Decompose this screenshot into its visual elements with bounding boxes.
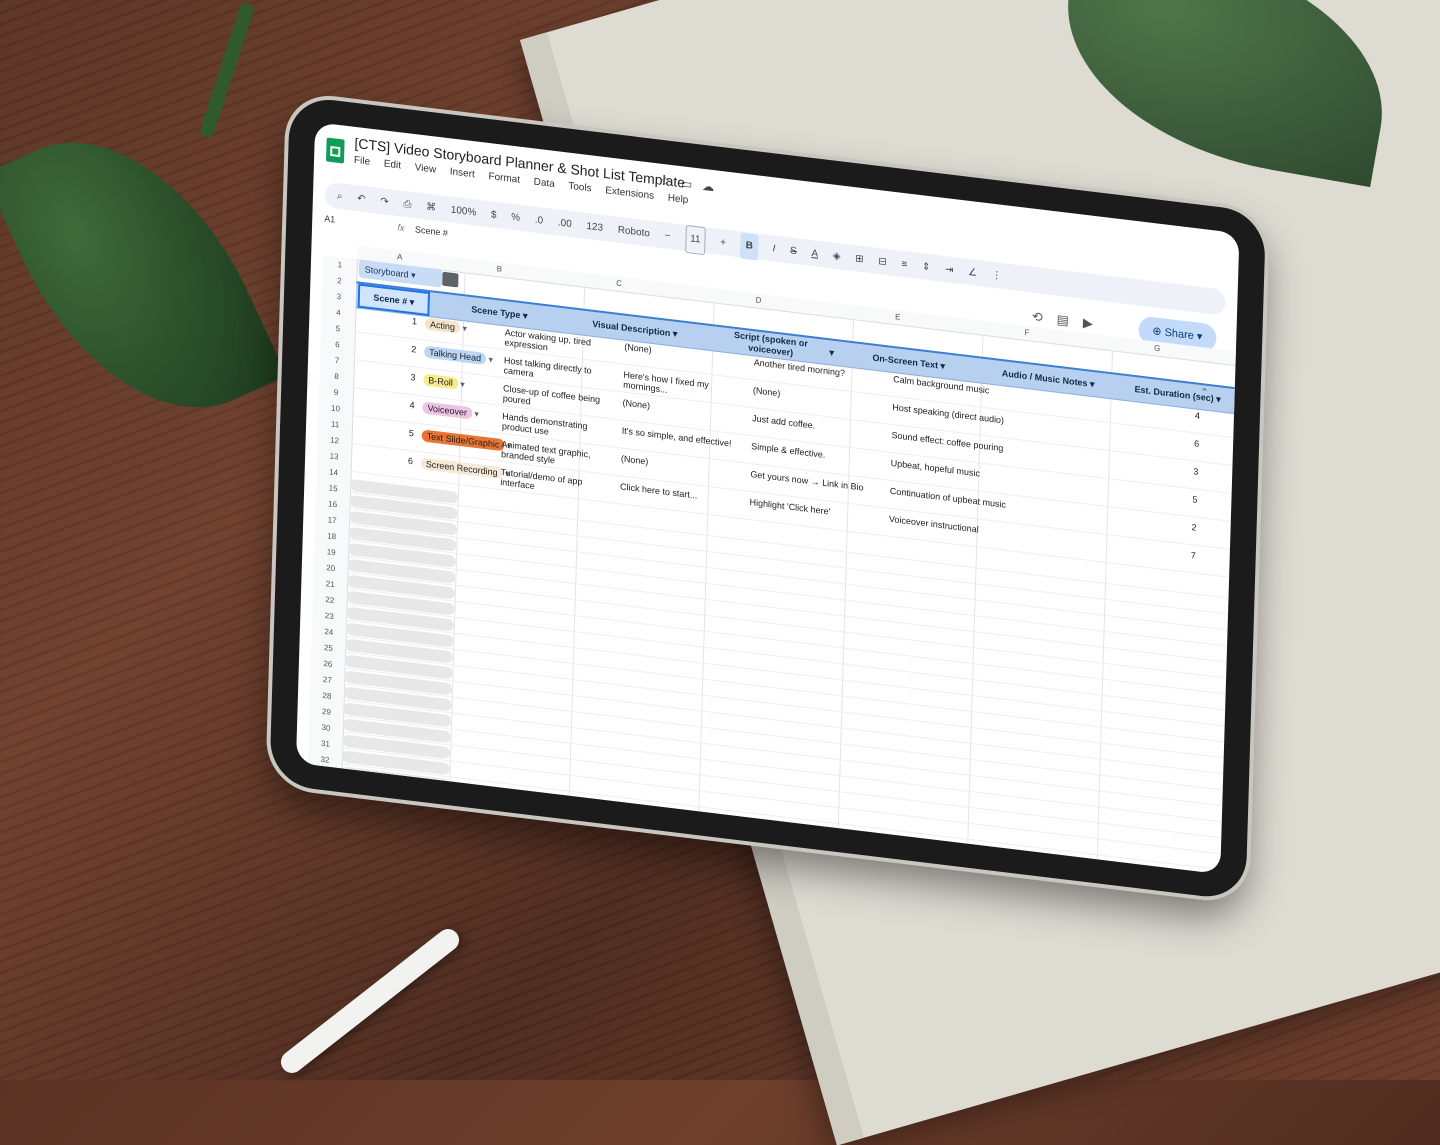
fill-color-icon[interactable]: ◈	[832, 244, 841, 271]
decrease-decimal-button[interactable]: .0	[534, 208, 544, 235]
text-rotate-icon[interactable]: ∠	[968, 260, 978, 287]
cell-num[interactable]: 3	[397, 370, 415, 383]
dropdown-arrow-icon[interactable]: ▾	[458, 379, 465, 390]
tablet-screen: [CTS] Video Storyboard Planner & Shot Li…	[295, 122, 1240, 875]
font-select[interactable]: Roboto	[617, 218, 650, 248]
number-format-button[interactable]: 123	[586, 214, 603, 242]
italic-button[interactable]: I	[772, 236, 776, 262]
menu-format[interactable]: Format	[488, 171, 520, 186]
menu-file[interactable]: File	[354, 155, 370, 168]
cell-num[interactable]: 5	[396, 426, 414, 439]
comments-icon[interactable]: ▤	[1056, 312, 1083, 330]
menu-help[interactable]: Help	[668, 193, 689, 206]
cell-duration[interactable]: 4	[1172, 408, 1200, 421]
name-box[interactable]: A1	[324, 213, 335, 224]
cell-duration[interactable]: 6	[1171, 436, 1199, 449]
row-divider	[345, 635, 1225, 743]
align-horizontal-icon[interactable]: ≡	[901, 252, 908, 279]
cell-num[interactable]: 4	[397, 398, 414, 411]
column-header-c[interactable]: C	[616, 279, 622, 289]
menu-view[interactable]: View	[415, 162, 437, 176]
row-divider	[344, 667, 1224, 775]
font-size-increase-button[interactable]: +	[720, 230, 727, 257]
search-icon[interactable]: ⌕	[337, 184, 343, 211]
currency-format-button[interactable]: $	[491, 202, 497, 229]
fx-icon: fx	[397, 222, 405, 233]
undo-icon[interactable]: ↶	[357, 186, 366, 213]
star-icon[interactable]: ☆	[660, 174, 681, 190]
row-divider	[345, 651, 1224, 759]
percent-format-button[interactable]: %	[511, 205, 521, 232]
cloud-status-icon[interactable]: ☁	[702, 179, 724, 196]
share-label: Share	[1164, 326, 1194, 343]
row-divider	[346, 619, 1225, 727]
increase-decimal-button[interactable]: .00	[557, 210, 572, 238]
cell-duration[interactable]: 7	[1168, 547, 1196, 561]
bold-button[interactable]: B	[740, 232, 759, 261]
strikethrough-button[interactable]: S	[790, 238, 797, 265]
row-divider	[347, 571, 1227, 679]
column-header-a[interactable]: A	[397, 252, 403, 262]
text-color-button[interactable]: A	[811, 241, 818, 268]
table-icon[interactable]	[442, 271, 459, 288]
column-header-f[interactable]: F	[1024, 328, 1029, 338]
scene-type-chip[interactable]: B-Roll	[423, 373, 458, 390]
row-divider	[346, 603, 1226, 711]
merge-cells-icon[interactable]: ⊟	[878, 249, 887, 276]
move-folder-icon[interactable]: ▭	[681, 176, 703, 193]
menu-extensions[interactable]: Extensions	[605, 185, 654, 202]
sheets-logo-icon[interactable]	[325, 137, 345, 164]
cell-duration[interactable]: 5	[1169, 491, 1197, 505]
row-divider	[344, 683, 1223, 791]
row-divider	[348, 555, 1227, 663]
scene-type-chip[interactable]: Voiceover	[422, 401, 473, 420]
menu-tools[interactable]: Tools	[568, 181, 592, 195]
scene-type-chip[interactable]: Talking Head	[424, 345, 487, 365]
scene-type-chip[interactable]: Acting	[424, 317, 461, 334]
dropdown-arrow-icon[interactable]: ▾	[460, 323, 467, 334]
font-size-decrease-button[interactable]: −	[664, 223, 671, 250]
text-wrap-icon[interactable]: ⇥	[945, 257, 954, 284]
chevron-down-icon: ▾	[1196, 330, 1203, 344]
cell-num[interactable]: 2	[398, 342, 416, 355]
scene-type-cell[interactable]: Voiceover ▾	[422, 401, 479, 420]
formula-input[interactable]: Scene #	[415, 224, 448, 238]
print-icon[interactable]: ⎙	[403, 192, 412, 219]
scene-type-cell[interactable]: Acting ▾	[424, 317, 467, 335]
globe-icon: ⊕	[1152, 325, 1162, 339]
column-header-g[interactable]: G	[1154, 343, 1160, 353]
cell-num[interactable]: 6	[395, 454, 413, 467]
align-vertical-icon[interactable]: ⇕	[922, 254, 931, 281]
column-header-b[interactable]: B	[497, 264, 503, 274]
column-header-e[interactable]: E	[895, 312, 901, 322]
paint-format-icon[interactable]: ⌘	[426, 195, 437, 222]
font-size-input[interactable]: 11	[684, 224, 706, 256]
meet-icon[interactable]: ▶	[1083, 315, 1107, 333]
scene-type-cell[interactable]: Talking Head ▾	[424, 345, 493, 366]
tablet: [CTS] Video Storyboard Planner & Shot Li…	[269, 95, 1267, 902]
dropdown-arrow-icon[interactable]: ▾	[472, 408, 479, 420]
spreadsheet-grid: A B C D E F G 1 2 3 4 5 6 7 8 9 10 11 12 13 14 15 16 17 1…	[307, 241, 1236, 875]
menu-edit[interactable]: Edit	[384, 158, 401, 171]
menu-data[interactable]: Data	[534, 176, 555, 190]
redo-icon[interactable]: ↷	[380, 189, 389, 216]
cell-num[interactable]: 1	[399, 315, 417, 327]
row-divider	[347, 587, 1226, 695]
sheet-tab-label: Storyboard	[364, 264, 409, 280]
menu-insert[interactable]: Insert	[450, 166, 475, 180]
borders-icon[interactable]: ⊞	[855, 246, 864, 273]
cell-duration[interactable]: 2	[1169, 519, 1196, 533]
cell-duration[interactable]: 3	[1170, 464, 1198, 477]
column-header-d[interactable]: D	[756, 295, 762, 305]
collapse-toolbar-icon[interactable]: ⌃	[1200, 387, 1209, 399]
more-options-icon[interactable]: ⋮	[991, 263, 1002, 290]
dropdown-arrow-icon[interactable]: ▾	[486, 354, 493, 365]
version-history-icon[interactable]: ⟲	[1032, 309, 1057, 327]
scene-type-cell[interactable]: B-Roll ▾	[423, 373, 465, 391]
zoom-select[interactable]: 100%	[450, 198, 477, 227]
